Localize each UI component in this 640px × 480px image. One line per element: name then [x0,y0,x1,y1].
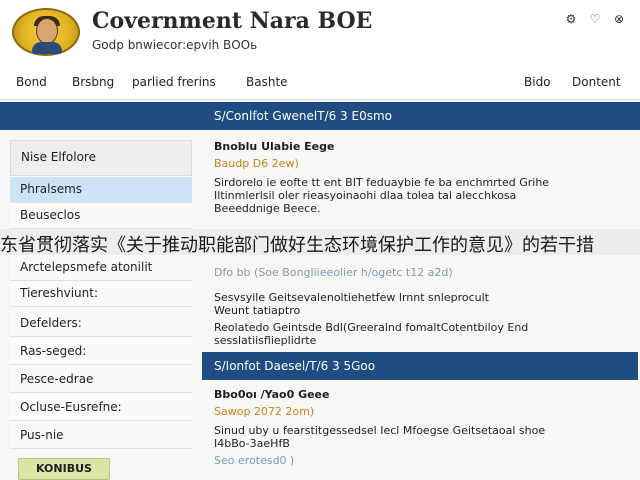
article-3-title[interactable]: Bbo0oı /Yao0 Geee [214,388,634,401]
sidebar-button[interactable]: KONIBUS [18,458,110,480]
article-1: Bnoblu Ulabie Eege Baudp D6 2ew) Sirdore… [214,140,634,215]
article-3-line-3: Seo erotesd0 ) [214,454,295,467]
sidebar-heading: Nise Elfolore [10,140,192,176]
sidebar-item-6[interactable]: Ras-seged: [10,339,192,365]
logo-face [36,18,58,44]
logo[interactable] [12,8,80,56]
nav-item-5[interactable]: Bido [524,75,551,89]
heart-icon[interactable]: ♡ [588,12,602,26]
article-2-text: Sesvsyile Geitsevalenoltiehetfew lrnnt s… [214,291,634,347]
sidebar-item-1[interactable]: Phralsems [10,177,192,203]
article-3-text: Sinud uby u fearstitgessedsel Iecl Mfoeg… [214,424,634,467]
article-3-line-2: I4bBo-3aeHfB [214,437,290,450]
article-1-line-1: Sirdorelo ie eofte tt ent BIT feduaybie … [214,176,550,189]
sidebar-item-8[interactable]: Ocluse-Eusrefne: [10,395,192,421]
article-1-line-2: Iltinmlerlsil oler rieasyoinaohi dlaa to… [214,189,517,202]
sidebar-item-4[interactable]: Tiereshviunt: [10,281,192,307]
nav-item-2[interactable]: Brsbng [72,75,114,89]
nav-item-3[interactable]: parlied frerins [132,75,216,89]
sidebar: Nise Elfolore Phralsems Beuseclos Arctel… [10,140,192,480]
nav-item-1[interactable]: Bond [16,75,47,89]
site-title: Covernment Nara BOE [92,8,373,34]
sidebar-item-9[interactable]: Pus-nie [10,423,192,449]
article-2-date: Dfo bb (Soe Bongliieeolier h/ogetc t12 a… [214,266,453,279]
article-1-date: Baudp D6 2ew) [214,157,299,170]
sidebar-item-5[interactable]: Defelders: [10,311,192,337]
main-nav: Bond Brsbng parlied frerins Bashte Bido … [0,64,640,100]
nav-item-4[interactable]: Bashte [246,75,288,89]
overlay-banner: 东省贯彻落实《关于推动职能部门做好生态环境保护工作的意见》的若干措 [0,229,640,255]
close-icon[interactable]: ⊗ [612,12,626,26]
article-3-line-1: Sinud uby u fearstitgessedsel Iecl Mfoeg… [214,424,546,437]
sidebar-item-3[interactable]: Arctelepsmefe atonilit [10,255,192,281]
sidebar-item-2[interactable]: Beuseclos [10,203,192,229]
article-1-text: Sirdorelo ie eofte tt ent BIT feduaybie … [214,176,634,215]
section-bar-2: S/Ionfot Daesel/T/6 3 5Goo [202,352,638,380]
article-2-line-2: Weunt tatiaptro [214,304,301,317]
settings-icon[interactable]: ⚙ [564,12,578,26]
nav-item-6[interactable]: Dontent [572,75,621,89]
site-subtitle: Gоdp bnwiecor:epvih ВООь [92,38,258,52]
article-3-date: Sawop 2072 2om) [214,405,315,418]
article-2: Dfo bb (Soe Bongliieeolier h/ogetc t12 a… [214,262,634,347]
article-1-title[interactable]: Bnoblu Ulabie Eege [214,140,634,153]
article-2-line-1: Sesvsyile Geitsevalenoltiehetfew lrnnt s… [214,291,489,304]
article-1-line-3: Beeeddnige Beece. [214,202,321,215]
article-2-line-4: sesslatiisflieplidrte [214,334,317,347]
section-bar-1: S/Conlfot GwenelT/6 3 E0smo [0,102,640,130]
sidebar-item-7[interactable]: Pesce-edrae [10,367,192,393]
header-icons: ⚙ ♡ ⊗ [564,12,626,26]
article-3: Bbo0oı /Yao0 Geee Sawop 2072 2om) Sinud … [214,388,634,467]
logo-shirt [32,42,62,54]
article-2-line-3: Reolatedo Geintsde Bdl(Greeralnd fomaltC… [214,321,529,334]
site-header: Covernment Nara BOE Gоdp bnwiecor:epvih … [0,0,640,64]
